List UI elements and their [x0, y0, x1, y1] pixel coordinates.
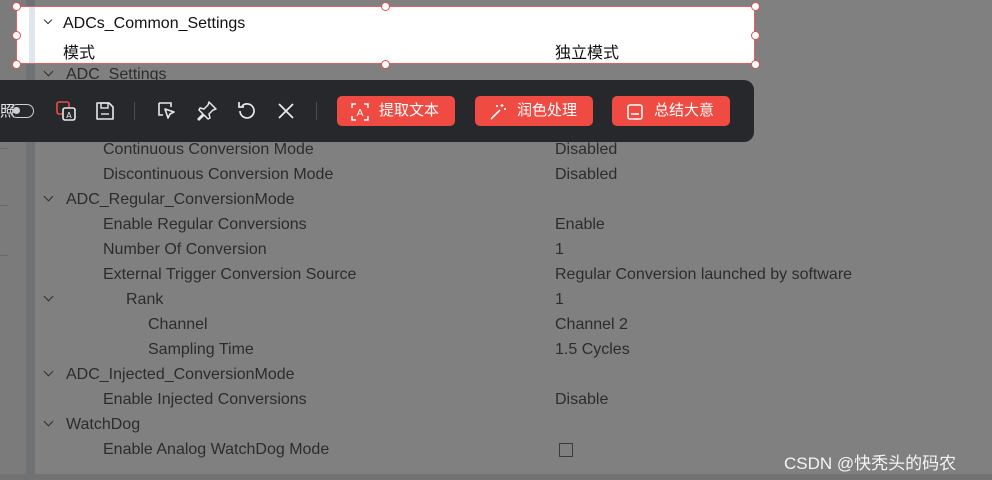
chevron-down-icon[interactable] [43, 412, 57, 437]
chevron-down-icon[interactable] [43, 16, 53, 26]
svg-text:A: A [357, 108, 364, 119]
tree-group-label: ADC_Regular_ConversionMode [66, 191, 295, 208]
setting-label: Enable Analog WatchDog Mode [103, 441, 330, 458]
toggle-switch[interactable] [10, 104, 34, 118]
tree-row[interactable]: Enable Regular Conversions Enable [35, 212, 992, 237]
setting-label: Enable Injected Conversions [103, 391, 307, 408]
setting-value[interactable]: 1 [555, 237, 564, 262]
polish-button[interactable]: 润色处理 [475, 96, 593, 126]
tree-row[interactable]: Sampling Time 1.5 Cycles [35, 337, 992, 362]
setting-value[interactable]: Enable [555, 212, 605, 237]
text-extract-icon: A [351, 102, 369, 121]
setting-label: Enable Regular Conversions [103, 216, 307, 233]
magic-wand-icon [489, 102, 507, 120]
gutter-tick [0, 255, 8, 256]
chevron-down-icon[interactable] [43, 362, 57, 387]
tree-row[interactable]: External Trigger Conversion Source Regul… [35, 262, 992, 287]
resize-handle-bottom-left[interactable] [12, 60, 21, 69]
setting-value[interactable]: 1 [555, 287, 564, 312]
summarize-label: 总结大意 [654, 102, 715, 119]
svg-text:A: A [66, 111, 72, 120]
setting-label: Rank [126, 291, 164, 308]
setting-value[interactable]: Regular Conversion launched by software [555, 262, 852, 287]
row-indicator [29, 7, 35, 63]
horizontal-scrollbar[interactable] [0, 474, 992, 480]
screenshot-toolbar: 照 A A 提取文本 润色处理 总结大意 [0, 80, 754, 142]
setting-value[interactable]: Disabled [555, 162, 617, 187]
extract-text-label: 提取文本 [379, 102, 440, 119]
resize-handle-top-right[interactable] [751, 2, 760, 11]
toolbar-separator [316, 102, 317, 120]
setting-label: Channel [148, 316, 208, 333]
cursor-select-icon[interactable] [155, 99, 179, 123]
setting-value[interactable]: 1.5 Cycles [555, 337, 630, 362]
pin-icon[interactable] [195, 99, 219, 123]
tree-row[interactable]: Enable Injected Conversions Disable [35, 387, 992, 412]
summarize-button[interactable]: 总结大意 [612, 96, 730, 126]
tree-group-injected-conversion[interactable]: ADC_Injected_ConversionMode [35, 362, 992, 387]
left-gutter [0, 0, 26, 480]
toolbar-separator [134, 102, 135, 120]
mode-value[interactable]: 独立模式 [555, 39, 619, 63]
setting-label: Number Of Conversion [103, 241, 267, 258]
tree-group-rank[interactable]: Rank 1 [35, 287, 992, 312]
tree-row[interactable]: Discontinuous Conversion Mode Disabled [35, 162, 992, 187]
selected-region[interactable]: ADCs_Common_Settings 模式 独立模式 [16, 6, 755, 64]
resize-handle-bottom[interactable] [381, 60, 390, 69]
setting-value[interactable]: Channel 2 [555, 312, 628, 337]
setting-label: External Trigger Conversion Source [103, 266, 357, 283]
setting-value[interactable]: Disable [555, 387, 608, 412]
setting-label: Discontinuous Conversion Mode [103, 166, 334, 183]
resize-handle-bottom-right[interactable] [751, 60, 760, 69]
tree-group-label: ADC_Injected_ConversionMode [66, 366, 295, 383]
settings-tree: ADC_Settings Continuous Conversion Mode … [35, 0, 992, 474]
tree-row[interactable]: Number Of Conversion 1 [35, 237, 992, 262]
resize-handle-right[interactable] [751, 31, 760, 40]
summary-icon [626, 102, 644, 120]
gutter-tick [0, 205, 8, 206]
tree-group-regular-conversion[interactable]: ADC_Regular_ConversionMode [35, 187, 992, 212]
resize-handle-top[interactable] [381, 2, 390, 11]
tree-group-label: WatchDog [66, 416, 141, 433]
watchdog-checkbox[interactable] [559, 443, 573, 457]
polish-label: 润色处理 [517, 102, 578, 119]
mode-label: 模式 [63, 45, 96, 62]
close-icon[interactable] [274, 99, 298, 123]
selected-row-title: ADCs_Common_Settings [63, 15, 246, 32]
save-icon[interactable] [93, 99, 117, 123]
setting-label: Sampling Time [148, 341, 254, 358]
resize-handle-left[interactable] [12, 31, 21, 40]
chevron-down-icon[interactable] [43, 187, 57, 212]
watermark: CSDN @快秃头的码农 [784, 454, 957, 473]
extract-text-button[interactable]: A 提取文本 [337, 96, 455, 126]
resize-handle-top-left[interactable] [12, 2, 21, 11]
gutter-tick [0, 148, 8, 149]
chevron-down-icon[interactable] [43, 287, 57, 312]
panel-divider[interactable] [26, 0, 35, 480]
tree-group-watchdog[interactable]: WatchDog [35, 412, 992, 437]
undo-icon[interactable] [235, 99, 259, 123]
tree-row[interactable]: Channel Channel 2 [35, 312, 992, 337]
translate-icon[interactable]: A [54, 99, 78, 123]
